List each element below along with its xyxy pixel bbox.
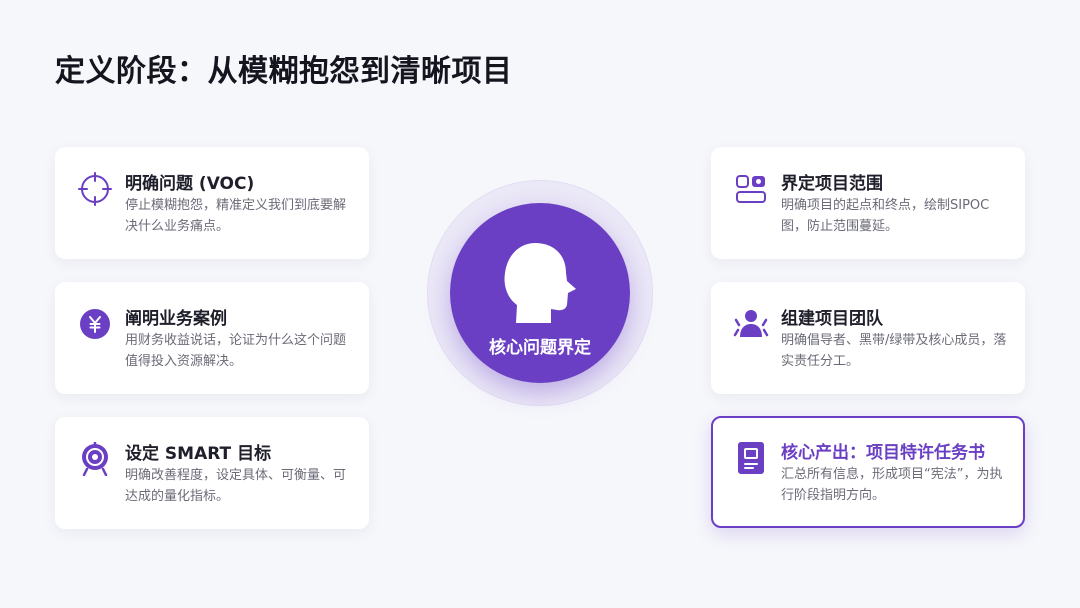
crosshair-icon — [77, 171, 113, 207]
card-description: 明确改善程度，设定具体、可衡量、可达成的量化指标。 — [125, 468, 347, 504]
card-description: 汇总所有信息，形成项目“宪法”，为执行阶段指明方向。 — [781, 467, 1003, 503]
card-voc: 明确问题 (VOC) 停止模糊抱怨，精准定义我们到底要解决什么业务痛点。 — [55, 147, 369, 259]
card-smart-goal: 设定 SMART 目标 明确改善程度，设定具体、可衡量、可达成的量化指标。 — [55, 417, 369, 529]
charter-icon — [733, 440, 769, 476]
card-business-case: 阐明业务案例 用财务收益说话，论证为什么这个问题值得投入资源解决。 — [55, 282, 369, 394]
card-title: 设定 SMART 目标 — [125, 444, 272, 464]
card-description: 停止模糊抱怨，精准定义我们到底要解决什么业务痛点。 — [125, 198, 347, 234]
card-description: 明确倡导者、黑带/绿带及核心成员，落实责任分工。 — [781, 333, 1007, 369]
card-title: 核心产出：项目特许任务书 — [781, 443, 985, 463]
card-description: 用财务收益说话，论证为什么这个问题值得投入资源解决。 — [125, 333, 347, 369]
card-title: 阐明业务案例 — [125, 309, 227, 329]
head-icon — [502, 241, 578, 329]
card-title: 明确问题 (VOC) — [125, 174, 255, 194]
target-icon — [77, 441, 113, 477]
card-team: 组建项目团队 明确倡导者、黑带/绿带及核心成员，落实责任分工。 — [711, 282, 1025, 394]
team-icon — [733, 306, 769, 342]
center-label: 核心问题界定 — [489, 338, 591, 358]
card-description: 明确项目的起点和终点，绘制SIPOC图，防止范围蔓延。 — [781, 198, 990, 234]
card-title: 组建项目团队 — [781, 309, 883, 329]
center-circle: 核心问题界定 — [450, 203, 630, 383]
scope-icon — [733, 171, 769, 207]
card-scope: 界定项目范围 明确项目的起点和终点，绘制SIPOC图，防止范围蔓延。 — [711, 147, 1025, 259]
yen-icon — [77, 306, 113, 342]
page-title: 定义阶段：从模糊抱怨到清晰项目 — [55, 54, 513, 89]
card-project-charter: 核心产出：项目特许任务书 汇总所有信息，形成项目“宪法”，为执行阶段指明方向。 — [711, 416, 1025, 528]
card-title: 界定项目范围 — [781, 174, 883, 194]
